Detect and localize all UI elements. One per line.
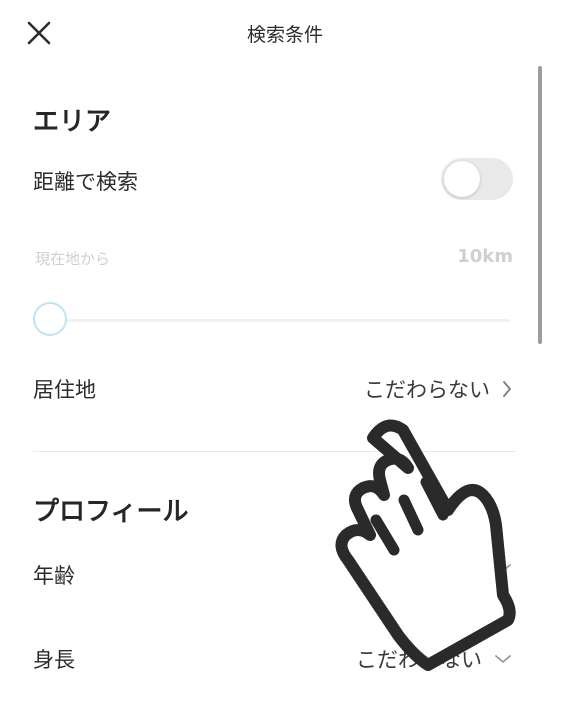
height-label: 身長 bbox=[33, 648, 75, 672]
pointing-hand-icon bbox=[335, 419, 516, 671]
header-bar: 検索条件 bbox=[0, 0, 570, 64]
residence-label: 居住地 bbox=[33, 378, 96, 402]
distance-search-label: 距離で検索 bbox=[33, 170, 138, 194]
page-title: 検索条件 bbox=[246, 24, 323, 46]
scrollbar[interactable] bbox=[538, 66, 542, 344]
age-label: 年齢 bbox=[33, 564, 75, 588]
distance-slider-track[interactable] bbox=[52, 319, 510, 322]
current-location-label: 現在地から bbox=[35, 250, 111, 268]
chevron-right-icon bbox=[503, 381, 511, 397]
distance-slider-thumb[interactable] bbox=[33, 302, 67, 336]
section-title-area: エリア bbox=[33, 107, 112, 137]
toggle-knob bbox=[444, 161, 480, 197]
section-title-profile: プロフィール bbox=[33, 497, 189, 527]
distance-search-toggle[interactable] bbox=[441, 158, 513, 200]
distance-value: 10km bbox=[457, 246, 513, 267]
